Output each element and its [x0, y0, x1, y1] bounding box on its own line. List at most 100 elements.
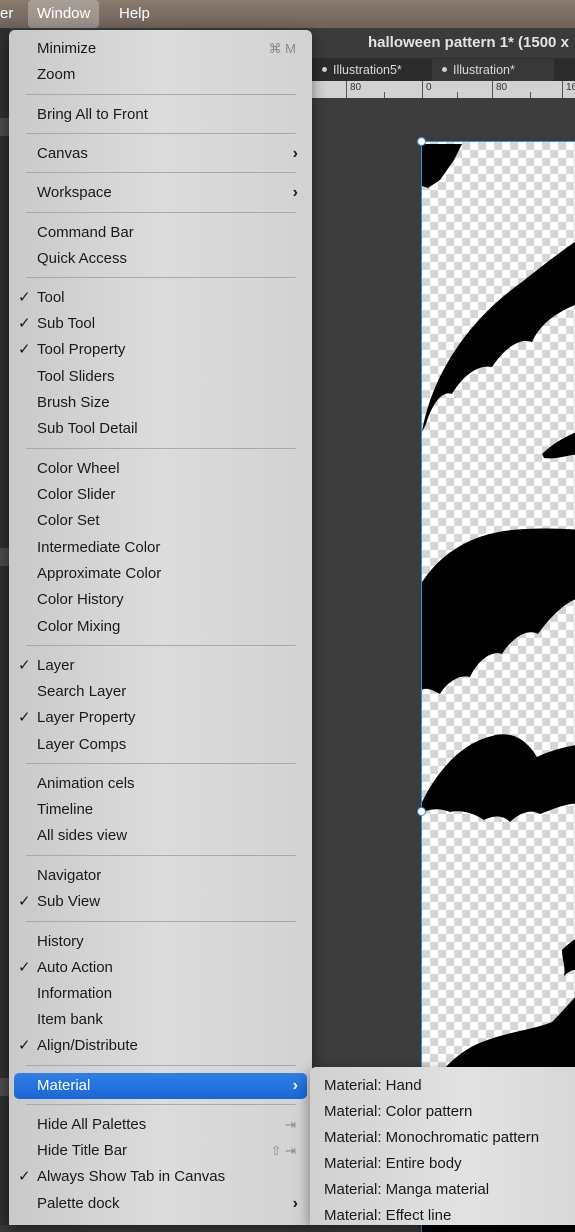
ruler-tick: [346, 81, 347, 98]
menu-item-approximate-color[interactable]: Approximate Color: [9, 561, 312, 587]
menu-item-all-sides-view[interactable]: All sides view: [9, 823, 312, 849]
menu-item-label: Workspace: [37, 184, 112, 201]
submenu-item-material-entire-body[interactable]: Material: Entire body: [324, 1151, 462, 1177]
tab-key-shortcut-icon: ⇥: [285, 1117, 296, 1132]
menu-item-bring-all-to-front[interactable]: Bring All to Front: [9, 102, 312, 128]
menu-item-label: Color Set: [37, 512, 100, 529]
menu-item-canvas[interactable]: Canvas ›: [9, 141, 312, 167]
checkmark-icon: ✓: [18, 341, 31, 358]
bat-shape: [422, 734, 575, 822]
bat-shape: [422, 528, 575, 694]
menu-item-layer[interactable]: ✓ Layer: [9, 653, 312, 679]
menu-separator: [26, 277, 296, 278]
tab-illustration[interactable]: Illustration*: [432, 59, 554, 81]
menu-item-label: Approximate Color: [37, 565, 162, 582]
menu-item-label: Layer: [37, 657, 75, 674]
menu-item-color-history[interactable]: Color History: [9, 587, 312, 613]
menu-item-zoom[interactable]: Zoom: [9, 62, 312, 88]
ruler-label: 80: [496, 82, 508, 93]
menu-item-label: Navigator: [37, 867, 102, 884]
menu-separator: [26, 172, 296, 173]
checkmark-icon: ✓: [18, 315, 31, 332]
menu-item-label: Bring All to Front: [37, 106, 148, 123]
menu-item-label: Palette dock: [37, 1195, 120, 1212]
menu-item-label: Item bank: [37, 1011, 103, 1028]
submenu-item-material-color-pattern[interactable]: Material: Color pattern: [324, 1099, 472, 1125]
chevron-right-icon: ›: [292, 1077, 298, 1094]
menu-separator: [26, 212, 296, 213]
menu-item-timeline[interactable]: Timeline: [9, 797, 312, 823]
menu-item-tool[interactable]: ✓ Tool: [9, 285, 312, 311]
menu-item-label: Timeline: [37, 801, 94, 818]
menu-item-minimize[interactable]: Minimize ⌘ M: [9, 36, 312, 62]
menu-item-navigator[interactable]: Navigator: [9, 863, 312, 889]
menu-item-label: Minimize: [37, 40, 97, 57]
menu-separator: [26, 1104, 296, 1105]
bat-shape: [542, 432, 575, 459]
submenu-item-material-effect-line[interactable]: Material: Effect line: [324, 1203, 451, 1229]
menu-item-history[interactable]: History: [9, 929, 312, 955]
transform-handle-middle-left[interactable]: [417, 807, 426, 816]
menu-item-label: Material: [37, 1077, 91, 1094]
menu-item-tool-property[interactable]: ✓ Tool Property: [9, 337, 312, 363]
menu-item-auto-action[interactable]: ✓ Auto Action: [9, 955, 312, 981]
menu-item-intermediate-color[interactable]: Intermediate Color: [9, 535, 312, 561]
menu-separator: [26, 921, 296, 922]
menu-item-label: Brush Size: [37, 394, 110, 411]
menu-item-tool-sliders[interactable]: Tool Sliders: [9, 364, 312, 390]
transform-handle-top-left[interactable]: [417, 137, 426, 146]
submenu-item-material-hand[interactable]: Material: Hand: [324, 1073, 422, 1099]
canvas-tab-bar: Illustration5* Illustration*: [312, 58, 575, 81]
menu-item-label: Quick Access: [37, 250, 128, 267]
menu-item-label: Sub Tool Detail: [37, 420, 138, 437]
menubar-item-help[interactable]: Help: [110, 0, 159, 28]
ruler-tick: [492, 81, 493, 98]
menu-separator: [26, 1065, 296, 1066]
menu-item-label: Color Mixing: [37, 618, 121, 635]
menu-item-material[interactable]: Material ›: [14, 1073, 307, 1099]
menu-separator: [26, 133, 296, 134]
menu-item-quick-access[interactable]: Quick Access: [9, 246, 312, 272]
menu-item-hide-all-palettes[interactable]: Hide All Palettes ⇥: [9, 1112, 312, 1138]
menu-item-label: Zoom: [37, 66, 76, 83]
menu-bar: er Window Help: [0, 0, 575, 28]
menu-item-label: Always Show Tab in Canvas: [37, 1168, 226, 1185]
menubar-item-window[interactable]: Window: [28, 0, 100, 28]
menu-item-search-layer[interactable]: Search Layer: [9, 679, 312, 705]
menu-item-item-bank[interactable]: Item bank: [9, 1007, 312, 1033]
menu-item-sub-view[interactable]: ✓ Sub View: [9, 889, 312, 915]
menu-item-brush-size[interactable]: Brush Size: [9, 390, 312, 416]
menu-item-label: Canvas: [37, 145, 88, 162]
menu-item-color-set[interactable]: Color Set: [9, 508, 312, 534]
menu-item-color-slider[interactable]: Color Slider: [9, 482, 312, 508]
menu-item-hide-title-bar[interactable]: Hide Title Bar ⇧ ⇥: [9, 1138, 312, 1164]
menu-item-animation-cels[interactable]: Animation cels: [9, 771, 312, 797]
menu-item-always-show-tab-in-canvas[interactable]: ✓ Always Show Tab in Canvas: [9, 1164, 312, 1190]
menu-item-command-bar[interactable]: Command Bar: [9, 220, 312, 246]
submenu-item-material-monochromatic-pattern[interactable]: Material: Monochromatic pattern: [324, 1125, 539, 1151]
ruler-label: 16: [566, 82, 575, 93]
menubar-item-layer[interactable]: er: [0, 0, 22, 28]
menu-item-information[interactable]: Information: [9, 981, 312, 1007]
menu-item-sub-tool-detail[interactable]: Sub Tool Detail: [9, 416, 312, 442]
submenu-item-material-manga-material[interactable]: Material: Manga material: [324, 1177, 489, 1203]
menu-item-label: Hide All Palettes: [37, 1116, 147, 1133]
menu-item-align-distribute[interactable]: ✓ Align/Distribute: [9, 1033, 312, 1059]
checkmark-icon: ✓: [18, 709, 31, 726]
tab-illustration5[interactable]: Illustration5*: [312, 59, 430, 81]
menu-item-color-mixing[interactable]: Color Mixing: [9, 614, 312, 640]
menu-item-workspace[interactable]: Workspace ›: [9, 180, 312, 206]
tab-label: Illustration5*: [333, 63, 402, 77]
menu-separator: [26, 645, 296, 646]
menu-item-palette-dock[interactable]: Palette dock ›: [9, 1191, 312, 1217]
chevron-right-icon: ›: [292, 145, 298, 162]
checkmark-icon: ✓: [18, 289, 31, 306]
checkmark-icon: ✓: [18, 657, 31, 674]
menu-item-layer-property[interactable]: ✓ Layer Property: [9, 705, 312, 731]
menu-item-color-wheel[interactable]: Color Wheel: [9, 456, 312, 482]
menu-item-layer-comps[interactable]: Layer Comps: [9, 732, 312, 758]
menu-item-sub-tool[interactable]: ✓ Sub Tool: [9, 311, 312, 337]
menu-item-label: Sub Tool: [37, 315, 96, 332]
menu-item-label: Color Slider: [37, 486, 116, 503]
ruler-label: 0: [426, 82, 432, 93]
